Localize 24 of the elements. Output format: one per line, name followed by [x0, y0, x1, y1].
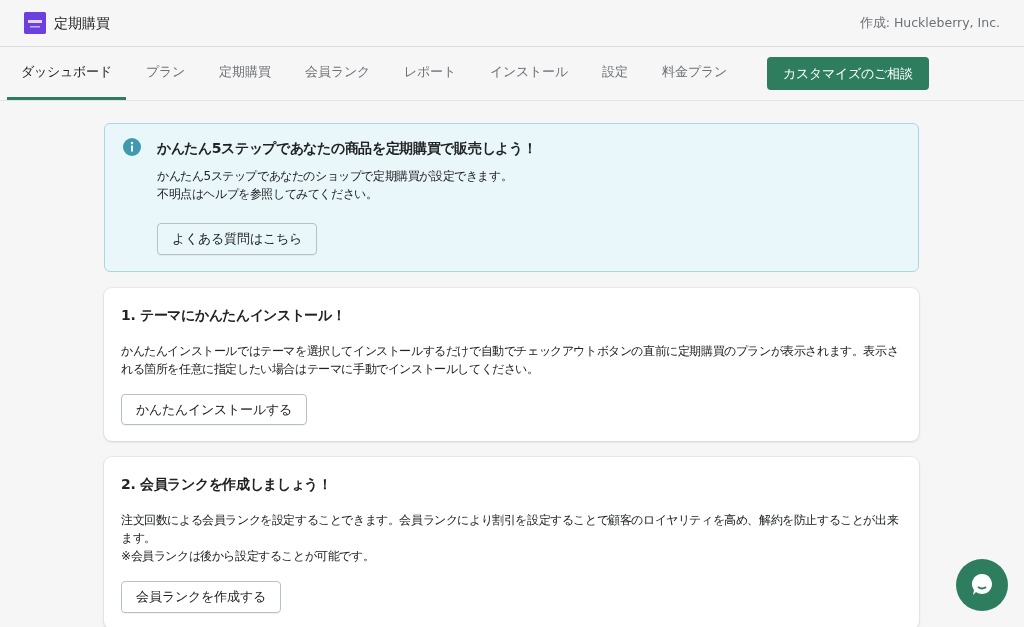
- chat-bubble-icon: [970, 572, 994, 598]
- author-credit: 作成: Huckleberry, Inc.: [859, 13, 1000, 32]
- nav-tab[interactable]: プラン: [132, 47, 199, 100]
- nav-tab[interactable]: 会員ランク: [291, 47, 384, 100]
- info-icon: [123, 138, 141, 156]
- nav-tab[interactable]: ダッシュボード: [7, 47, 126, 100]
- step-button[interactable]: かんたんインストールする: [121, 393, 307, 425]
- step-description: かんたんインストールではテーマを選択してインストールするだけで自動でチェックアウトボタンの直前に定期購買のプランが表示されます。表示される箇所を任意に指定したい場合はテーマに手動でインストールしてください。: [121, 342, 900, 378]
- step-title: 1. テーマにかんたんインストール！: [121, 305, 347, 325]
- banner-text: かんたん5ステップであなたのショップで定期購買が設定できます。 不明点はヘルプを参照してみてください。: [157, 168, 514, 203]
- faq-button[interactable]: よくある質問はこちら: [157, 223, 317, 255]
- nav-tab[interactable]: インストール: [476, 47, 582, 100]
- nav-tab[interactable]: 料金プラン: [648, 47, 741, 100]
- app-title: 定期購買: [54, 13, 110, 33]
- nav-tab[interactable]: 定期購買: [205, 47, 285, 100]
- nav-tab[interactable]: レポート: [390, 47, 470, 100]
- step-description: 注文回数による会員ランクを設定することできます。会員ランクにより割引を設定することで顧客のロイヤリティを高め、解約を防止することが出来ます。 ※会員ランクは後から設定することが可能です。: [121, 512, 900, 565]
- app-logo-icon: [24, 12, 46, 34]
- step-button[interactable]: 会員ランクを作成する: [121, 581, 281, 613]
- chat-button[interactable]: [956, 559, 1008, 611]
- banner-title: かんたん5ステップであなたの商品を定期購買で販売しよう！: [157, 139, 537, 158]
- step-title: 2. 会員ランクを作成しましょう！: [121, 475, 333, 494]
- nav-tab[interactable]: 設定: [588, 47, 642, 100]
- consult-button[interactable]: カスタマイズのご相談: [767, 56, 929, 91]
